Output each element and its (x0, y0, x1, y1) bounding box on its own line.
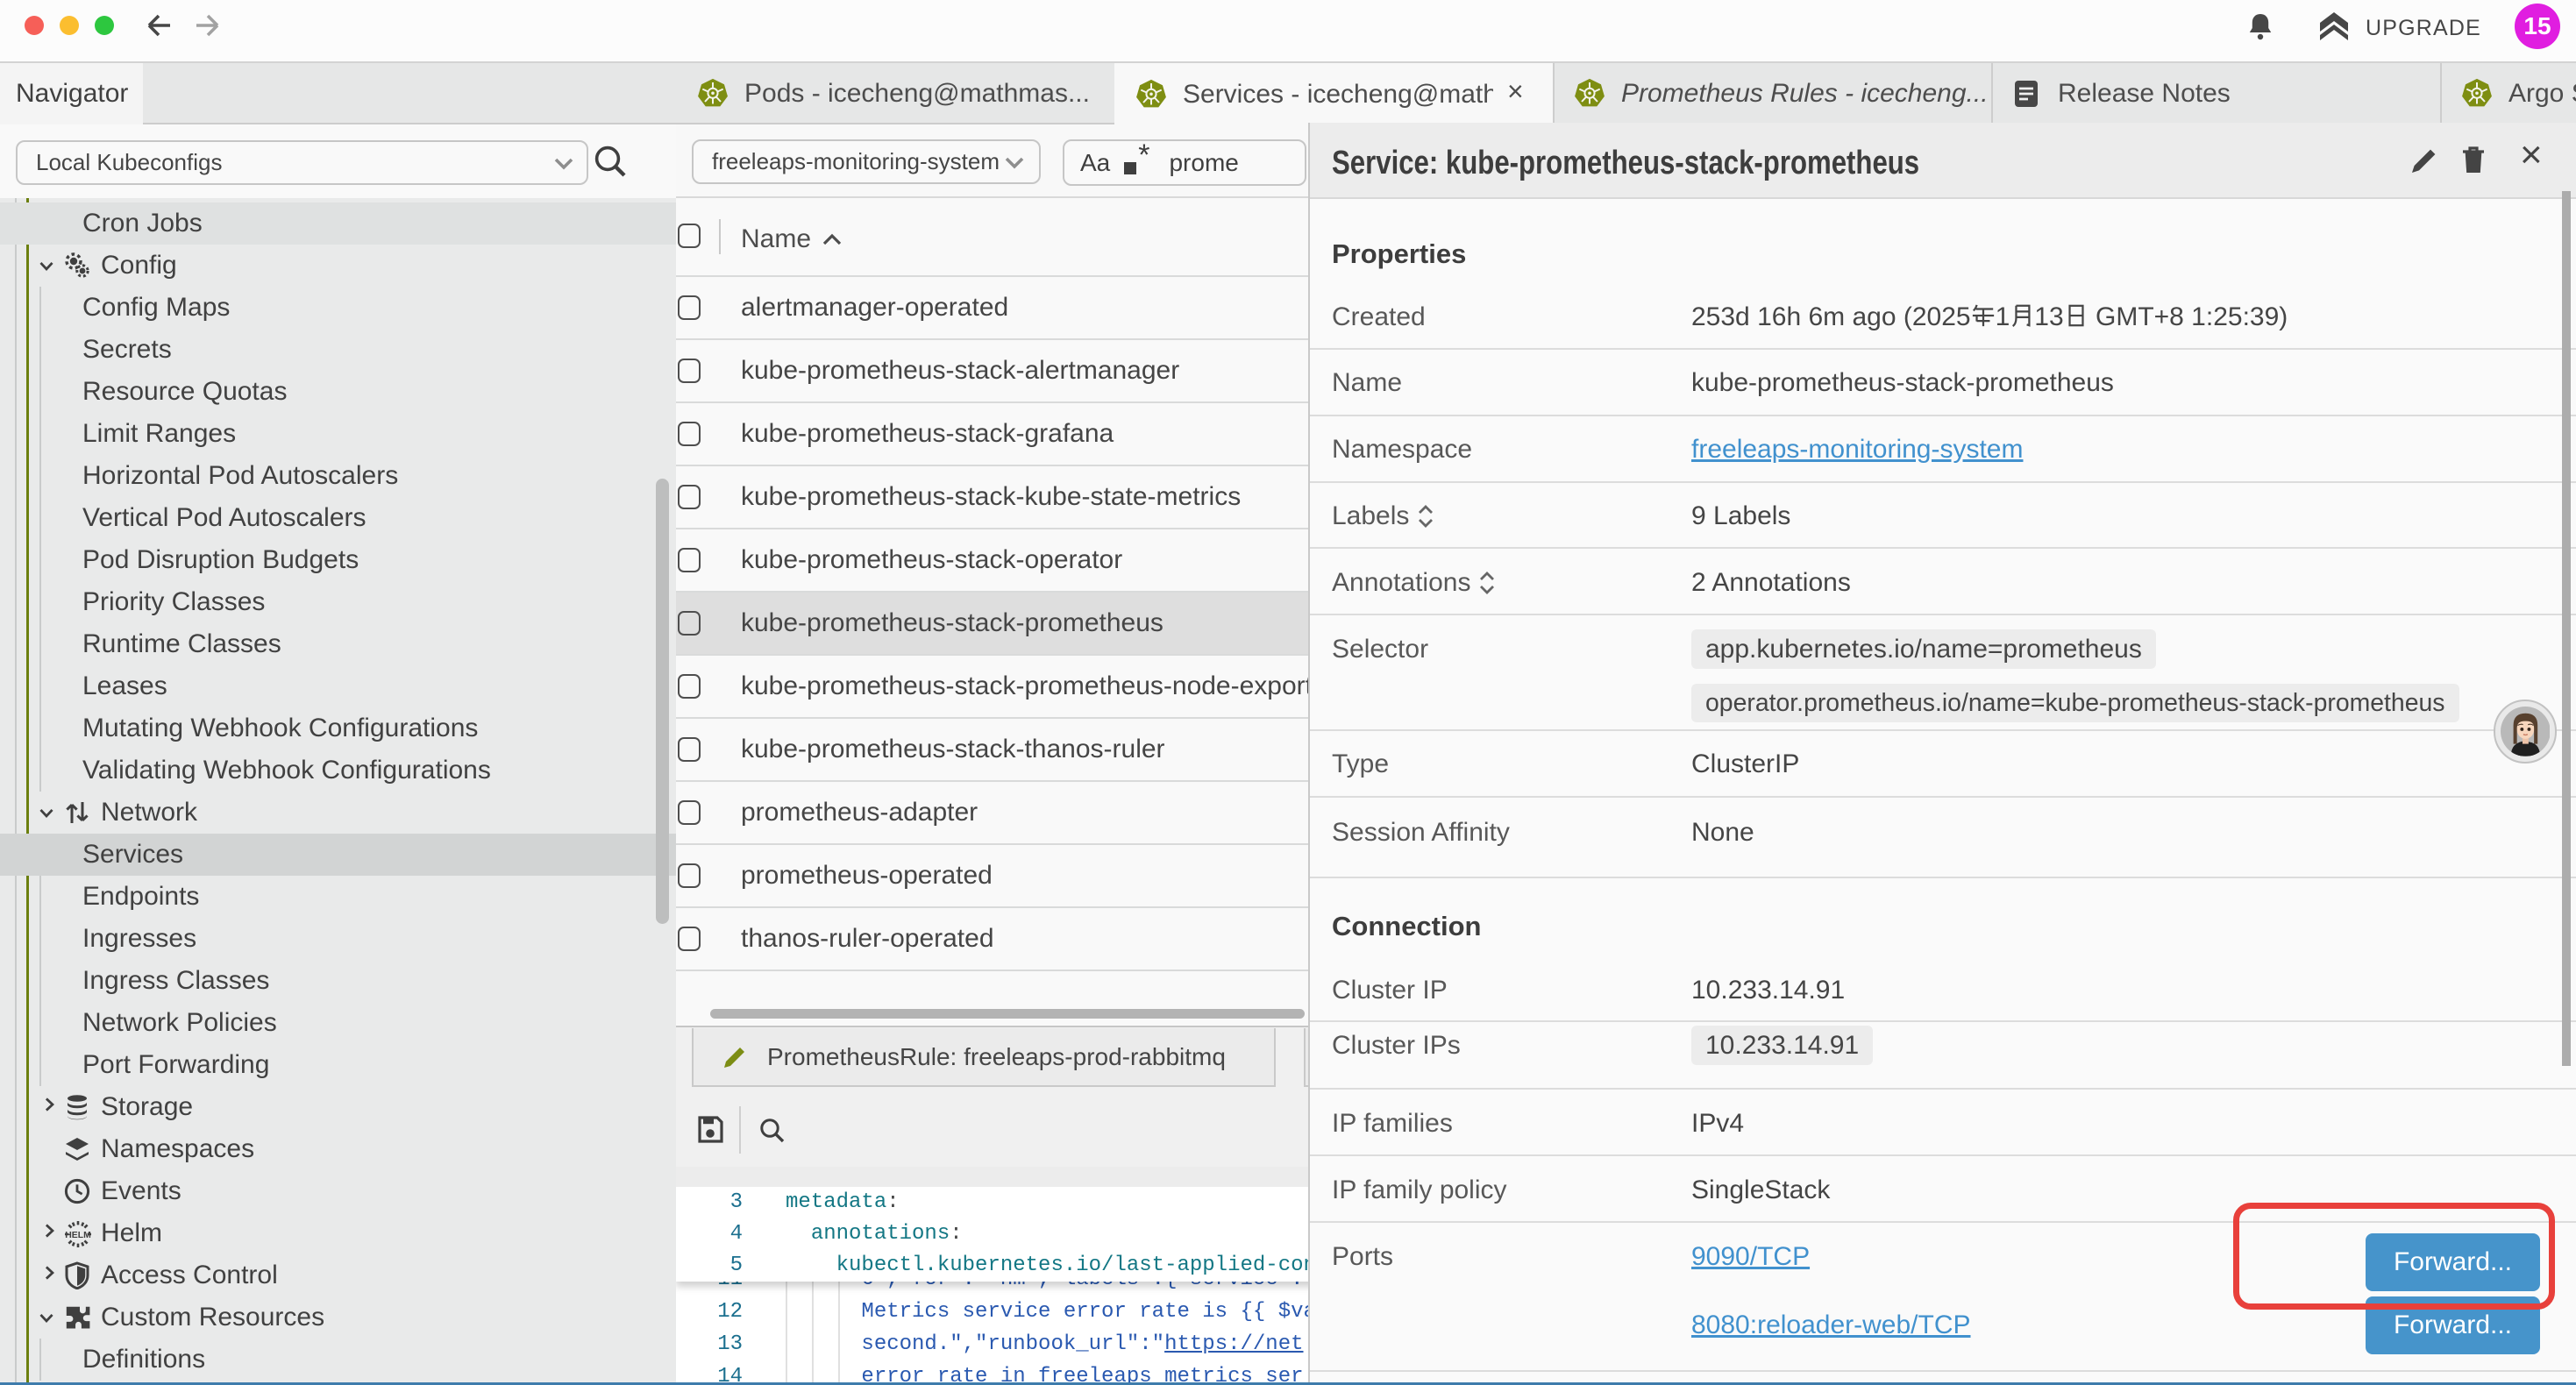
svg-text:HELM: HELM (65, 1231, 90, 1240)
